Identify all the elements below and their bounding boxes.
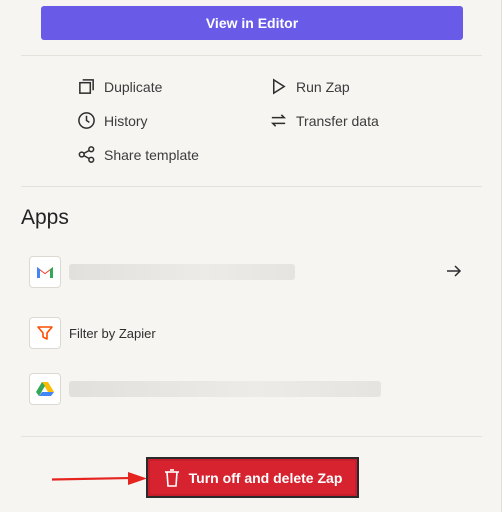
- transfer-data-label: Transfer data: [296, 112, 379, 129]
- turn-off-delete-zap-button[interactable]: Turn off and delete Zap: [150, 461, 355, 494]
- filter-app-label: Filter by Zapier: [69, 325, 156, 341]
- app-row-google-drive[interactable]: [29, 373, 381, 405]
- divider: [21, 436, 482, 437]
- gmail-icon: [29, 256, 61, 288]
- apps-heading: Apps: [21, 206, 69, 229]
- clock-icon: [78, 112, 95, 129]
- arrow-right-icon[interactable]: [445, 262, 463, 280]
- transfer-data-action[interactable]: Transfer data: [269, 111, 379, 130]
- share-icon: [78, 146, 95, 163]
- delete-zap-label: Turn off and delete Zap: [188, 469, 343, 486]
- share-template-label: Share template: [104, 146, 199, 163]
- play-icon: [272, 78, 286, 95]
- transfer-icon: [270, 114, 287, 127]
- divider: [21, 55, 482, 56]
- filter-icon: [29, 317, 61, 349]
- annotation-arrow-icon: [51, 472, 147, 485]
- app-row-gmail[interactable]: [29, 256, 295, 288]
- share-template-action[interactable]: Share template: [77, 145, 199, 164]
- run-zap-action[interactable]: Run Zap: [269, 77, 350, 96]
- divider: [21, 186, 482, 187]
- trash-icon: [164, 468, 179, 487]
- app-name-redacted: [69, 381, 381, 397]
- google-drive-icon: [29, 373, 61, 405]
- history-label: History: [104, 112, 148, 129]
- run-zap-label: Run Zap: [296, 78, 350, 95]
- app-row-filter[interactable]: Filter by Zapier: [29, 317, 156, 349]
- duplicate-action[interactable]: Duplicate: [77, 77, 162, 96]
- delete-zap-highlight: Turn off and delete Zap: [146, 457, 359, 498]
- history-action[interactable]: History: [77, 111, 148, 130]
- view-in-editor-button[interactable]: View in Editor: [41, 6, 463, 40]
- duplicate-label: Duplicate: [104, 78, 163, 95]
- app-name-redacted: [69, 264, 295, 280]
- duplicate-icon: [79, 79, 94, 94]
- view-in-editor-label: View in Editor: [205, 15, 299, 31]
